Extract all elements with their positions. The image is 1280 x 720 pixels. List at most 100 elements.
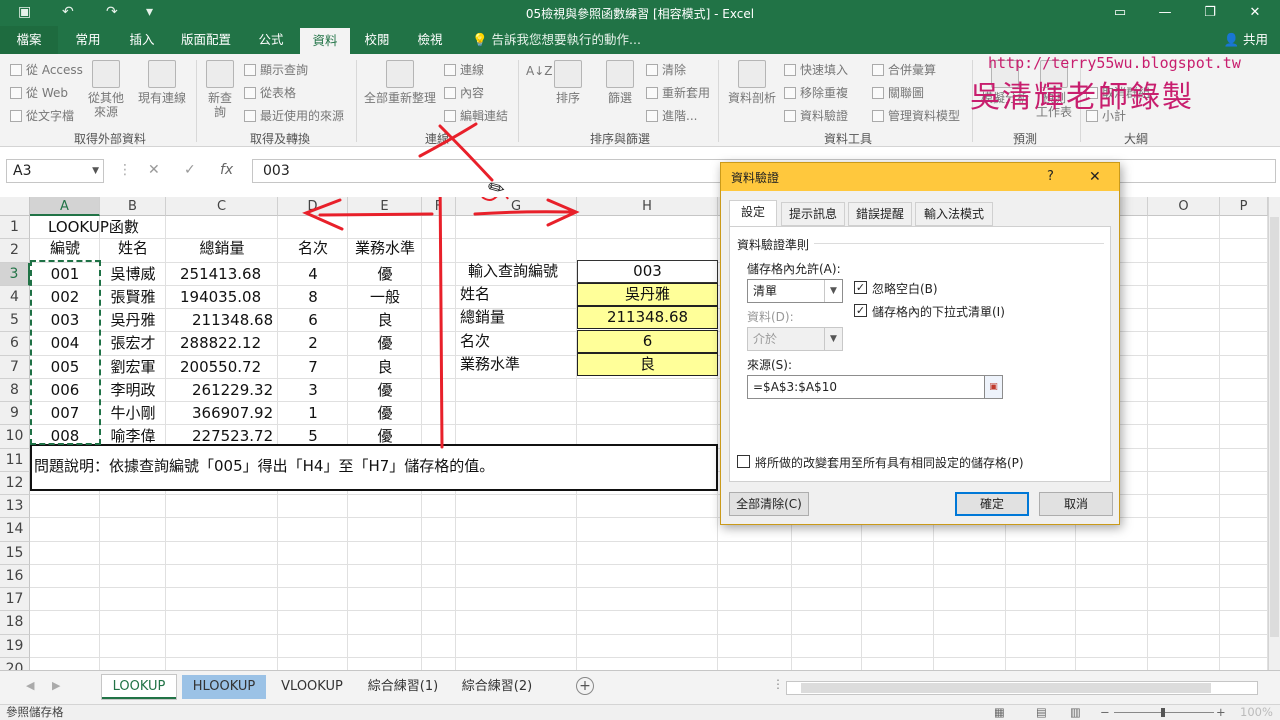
text-file-icon [10, 110, 22, 122]
tab-input-message[interactable]: 提示訊息 [781, 202, 845, 226]
cancel-icon[interactable]: ✕ [148, 162, 160, 178]
dialog-close-button[interactable]: ✕ [1089, 169, 1101, 185]
group-separator [356, 60, 357, 142]
tab-page-layout[interactable]: 版面配置 [172, 26, 240, 54]
new-query-button[interactable]: 新查 詢 [200, 60, 240, 119]
clear-filter-icon [646, 64, 658, 76]
vertical-scrollbar[interactable] [1268, 197, 1280, 670]
source-input[interactable]: =$A$3:$A$10 ▣ [747, 375, 1003, 399]
restore-button[interactable]: ❐ [1190, 2, 1230, 24]
zoom-out-icon[interactable]: − [1100, 705, 1110, 720]
ok-button[interactable]: 確定 [955, 492, 1029, 516]
tab-file[interactable]: 檔案 [0, 26, 58, 54]
label: 進階... [662, 109, 698, 123]
tab-ime-mode[interactable]: 輸入法模式 [915, 202, 993, 226]
tell-me-box[interactable]: 💡 告訴我您想要執行的動作... [472, 26, 641, 54]
chevron-down-icon[interactable]: ▼ [824, 280, 842, 302]
existing-connections-button[interactable]: 現有連線 [134, 60, 190, 105]
status-bar: 參照儲存格 ▦ ▤ ▥ − + 100% [0, 704, 1280, 720]
tab-formulas[interactable]: 公式 [246, 26, 296, 54]
tab-data[interactable]: 資料 [300, 28, 350, 54]
from-web-button[interactable]: 從 Web [10, 84, 68, 101]
from-table-button[interactable]: 從表格 [244, 84, 296, 101]
refresh-all-button[interactable]: 全部重新整理 [362, 60, 438, 105]
queries-icon [244, 64, 256, 76]
insert-function-icon[interactable]: fx [220, 162, 233, 178]
label: 篩選 [607, 91, 632, 105]
remove-duplicates-button[interactable]: 移除重複 [784, 84, 848, 101]
horizontal-scrollbar[interactable] [786, 681, 1258, 695]
page-break-view-icon[interactable]: ▥ [1070, 705, 1081, 720]
apply-all-label[interactable]: 將所做的改變套用至所有具有相同設定的儲存格(P) [755, 454, 1024, 471]
filter-button[interactable]: 篩選 [600, 60, 640, 105]
label: 現有連線 [137, 91, 186, 105]
close-button[interactable]: ✕ [1235, 2, 1275, 24]
scroll-prev-sheet-icon[interactable]: ◀ [26, 679, 34, 692]
cancel-button[interactable]: 取消 [1039, 492, 1113, 516]
sheet-tab-lookup[interactable]: LOOKUP [102, 675, 176, 699]
sheet-tab-practice-2[interactable]: 綜合練習(2) [452, 675, 542, 699]
group-outline: 大綱 [1123, 132, 1148, 146]
scroll-next-sheet-icon[interactable]: ▶ [52, 679, 60, 692]
normal-view-icon[interactable]: ▦ [994, 705, 1005, 720]
sheet-tab-vlookup[interactable]: VLOOKUP [270, 675, 354, 699]
flash-fill-button[interactable]: 快速填入 [784, 61, 848, 78]
tab-error-alert[interactable]: 錯誤提醒 [848, 202, 912, 226]
ribbon-display-options-icon[interactable]: ▭ [1100, 2, 1140, 24]
help-button[interactable]: ? [1047, 169, 1054, 184]
in-cell-dropdown-label[interactable]: 儲存格內的下拉式清單(I) [872, 303, 1005, 320]
tab-insert[interactable]: 插入 [118, 26, 166, 54]
collapse-dialog-icon[interactable]: ▣ [984, 376, 1002, 398]
chevron-down-icon[interactable]: ▼ [92, 160, 99, 182]
sort-button[interactable]: 排序 [550, 60, 586, 105]
show-queries-button[interactable]: 顯示查詢 [244, 61, 308, 78]
page-layout-view-icon[interactable]: ▤ [1036, 705, 1047, 720]
allow-select[interactable]: 清單 ▼ [747, 279, 843, 303]
add-sheet-button[interactable]: + [576, 677, 594, 695]
ignore-blank-label[interactable]: 忽略空白(B) [872, 280, 938, 297]
consolidate-button[interactable]: 合併彙算 [872, 61, 936, 78]
tab-view[interactable]: 檢視 [406, 26, 454, 54]
reapply-button[interactable]: 重新套用 [646, 84, 710, 101]
tab-settings[interactable]: 設定 [729, 200, 777, 227]
enter-icon[interactable]: ✓ [184, 162, 196, 178]
zoom-slider-thumb[interactable] [1161, 708, 1165, 717]
scrollbar-thumb[interactable] [1270, 217, 1279, 637]
refresh-icon [386, 60, 414, 88]
data-label: 資料(D): [747, 310, 794, 324]
connections-button[interactable]: 連線 [444, 61, 484, 78]
properties-button[interactable]: 內容 [444, 84, 484, 101]
recent-sources-button[interactable]: 最近使用的來源 [244, 107, 344, 124]
tab-review[interactable]: 校閱 [354, 26, 400, 54]
dialog-title-bar[interactable]: 資料驗證 ? ✕ [721, 163, 1119, 191]
clear-all-button[interactable]: 全部清除(C) [729, 492, 809, 516]
data-validation-button[interactable]: 資料驗證 [784, 107, 848, 124]
tab-home[interactable]: 常用 [64, 26, 112, 54]
relationships-button[interactable]: 關聯圖 [872, 84, 924, 101]
sheet-tab-practice-1[interactable]: 綜合練習(1) [358, 675, 448, 699]
from-access-button[interactable]: 從 Access [10, 61, 83, 78]
consolidate-icon [872, 64, 884, 76]
status-mode: 參照儲存格 [6, 705, 64, 719]
share-button[interactable]: 👤 共用 [1223, 26, 1268, 54]
group-get-transform: 取得及轉換 [249, 132, 310, 146]
minimize-button[interactable]: — [1145, 2, 1185, 24]
more-options-icon: ⋮ [772, 677, 784, 691]
from-text-button[interactable]: 從文字檔 [10, 107, 74, 124]
sheet-tab-hlookup[interactable]: HLOOKUP [182, 675, 266, 699]
in-cell-dropdown-checkbox[interactable]: ✓ [854, 304, 867, 317]
apply-all-checkbox[interactable] [737, 455, 750, 468]
manage-data-model-button[interactable]: 管理資料模型 [872, 107, 960, 124]
ignore-blank-checkbox[interactable]: ✓ [854, 281, 867, 294]
zoom-in-icon[interactable]: + [1216, 705, 1226, 720]
scrollbar-thumb[interactable] [801, 683, 1211, 693]
text-to-columns-button[interactable]: 資料剖析 [724, 60, 780, 105]
from-other-sources-button[interactable]: 從其他 來源 [86, 60, 126, 119]
clear-filter-button[interactable]: 清除 [646, 61, 686, 78]
zoom-level[interactable]: 100% [1240, 705, 1273, 720]
annotation-divider-line [438, 197, 444, 449]
advanced-filter-button[interactable]: 進階... [646, 107, 697, 124]
name-box[interactable]: A3 ▼ [6, 159, 104, 183]
sort-az-button[interactable]: A↓Z [526, 64, 552, 78]
group-forecast: 預測 [1012, 132, 1037, 146]
